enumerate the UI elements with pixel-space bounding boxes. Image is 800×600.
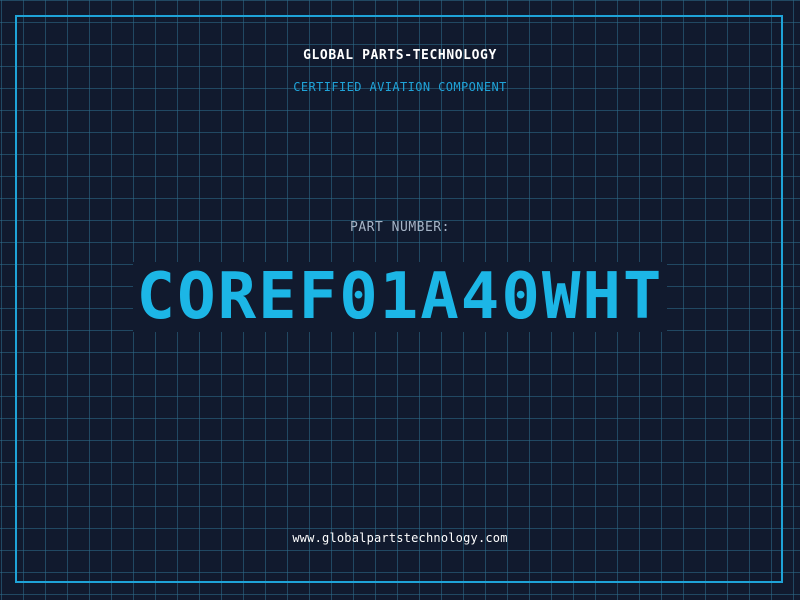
part-number-container: COREF01A40WHT <box>0 262 800 332</box>
company-name: GLOBAL PARTS-TECHNOLOGY <box>303 48 497 63</box>
part-number-label: PART NUMBER: <box>350 220 450 235</box>
certification-subtitle: CERTIFIED AVIATION COMPONENT <box>293 80 507 94</box>
part-number-value: COREF01A40WHT <box>132 262 668 332</box>
website-url: www.globalpartstechnology.com <box>292 531 508 545</box>
